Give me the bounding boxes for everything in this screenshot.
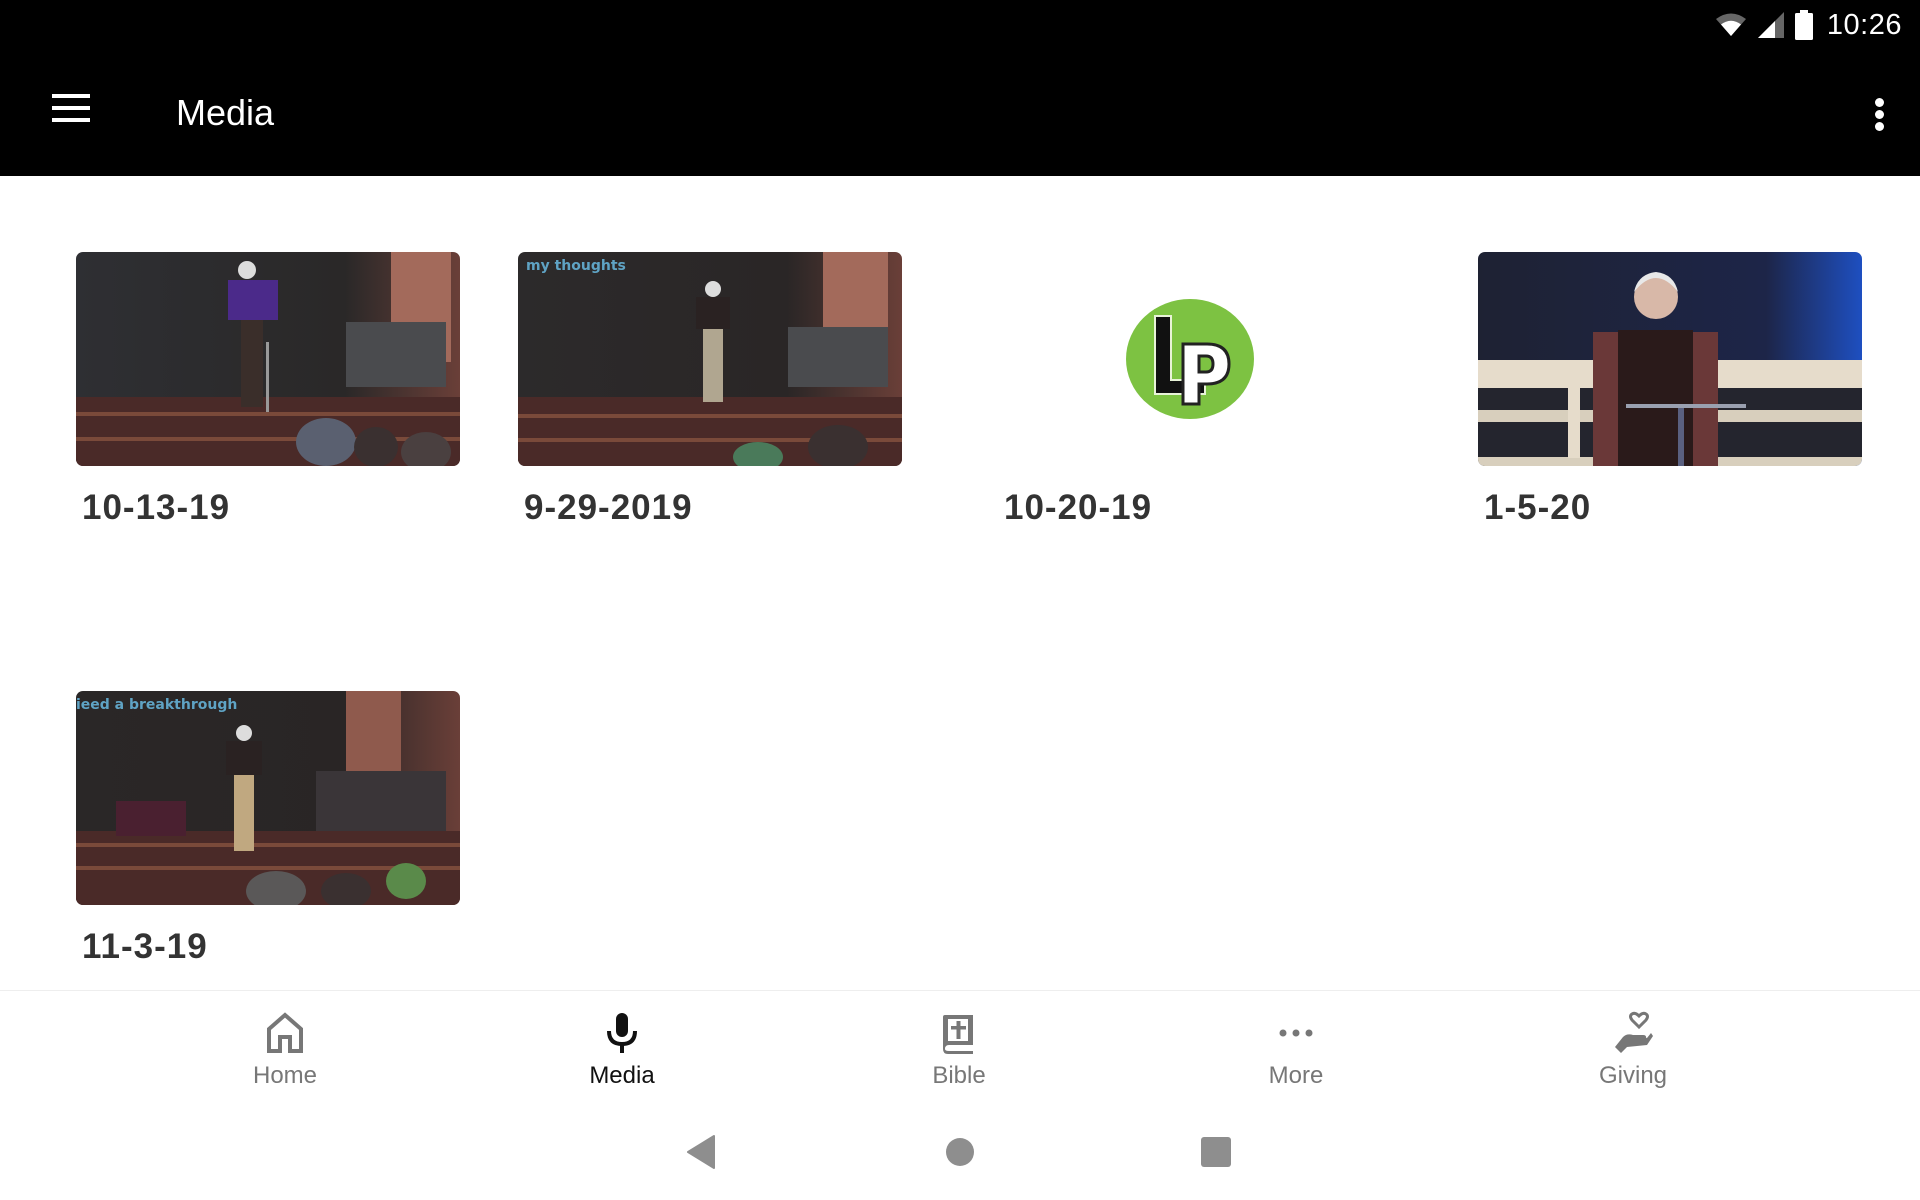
sermon-stage-thumbnail <box>76 691 460 905</box>
media-item-title: 1-5-20 <box>1484 488 1592 527</box>
media-item[interactable]: my thoughts 9-29-2019 <box>518 252 902 528</box>
wifi-icon <box>1715 13 1746 36</box>
hamburger-menu-icon[interactable] <box>44 94 100 134</box>
media-item[interactable]: 1-5-20 <box>1478 252 1862 528</box>
media-thumbnail[interactable] <box>76 252 460 466</box>
media-thumbnail[interactable] <box>998 252 1382 466</box>
media-item-title: 9-29-2019 <box>524 488 693 527</box>
more-vert-icon[interactable] <box>1868 90 1892 140</box>
status-bar: 10:26 <box>0 0 1920 50</box>
page-title: Media <box>176 92 275 133</box>
nav-item-giving[interactable]: Giving <box>1533 991 1733 1101</box>
nav-label: Giving <box>1598 1062 1668 1089</box>
sermon-stage-thumbnail <box>76 252 460 466</box>
microphone-icon <box>607 1013 637 1053</box>
nav-label: Media <box>589 1062 655 1089</box>
media-item-title: 10-20-19 <box>1004 488 1153 527</box>
cell-signal-icon <box>1757 12 1784 38</box>
nav-label: More <box>1268 1062 1324 1089</box>
media-item[interactable]: ieed a breakthrough 11-3-19 <box>76 691 460 967</box>
nav-item-more[interactable]: More <box>1196 991 1396 1101</box>
sermon-seated-thumbnail <box>1478 252 1862 466</box>
back-icon[interactable] <box>686 1134 716 1170</box>
nav-item-media[interactable]: Media <box>522 991 722 1101</box>
thumbnail-overlay-text: ieed a breakthrough <box>76 697 238 713</box>
media-grid: 10-13-19 my thoughts 9-29-2019 10-20-19 … <box>0 176 1920 990</box>
more-horiz-icon <box>1279 1029 1313 1037</box>
home-icon <box>267 1012 303 1053</box>
media-thumbnail[interactable]: my thoughts <box>518 252 902 466</box>
nav-label: Bible <box>932 1062 986 1089</box>
home-circle-icon[interactable] <box>944 1136 976 1168</box>
nav-item-bible[interactable]: Bible <box>859 991 1059 1101</box>
recents-icon[interactable] <box>1200 1136 1232 1168</box>
lp-logo <box>1126 299 1254 419</box>
media-thumbnail[interactable] <box>1478 252 1862 466</box>
bible-icon <box>943 1015 973 1054</box>
media-item-title: 10-13-19 <box>82 488 231 527</box>
media-item[interactable]: 10-13-19 <box>76 252 460 528</box>
media-item[interactable]: 10-20-19 <box>998 252 1382 528</box>
giving-hand-heart-icon <box>1615 1011 1653 1053</box>
media-item-title: 11-3-19 <box>82 927 208 966</box>
bottom-navigation: Home Media Bible More Giving <box>0 990 1920 1101</box>
thumbnail-overlay-text: my thoughts <box>526 258 626 274</box>
status-time: 10:26 <box>1826 8 1902 41</box>
media-thumbnail[interactable]: ieed a breakthrough <box>76 691 460 905</box>
nav-label: Home <box>252 1062 318 1089</box>
sermon-stage-thumbnail <box>518 252 902 466</box>
system-navigation-bar <box>0 1100 1920 1200</box>
status-icons: 10:26 <box>1715 6 1902 44</box>
battery-icon <box>1794 10 1813 40</box>
nav-item-home[interactable]: Home <box>185 991 385 1101</box>
app-bar: Media <box>0 50 1920 176</box>
